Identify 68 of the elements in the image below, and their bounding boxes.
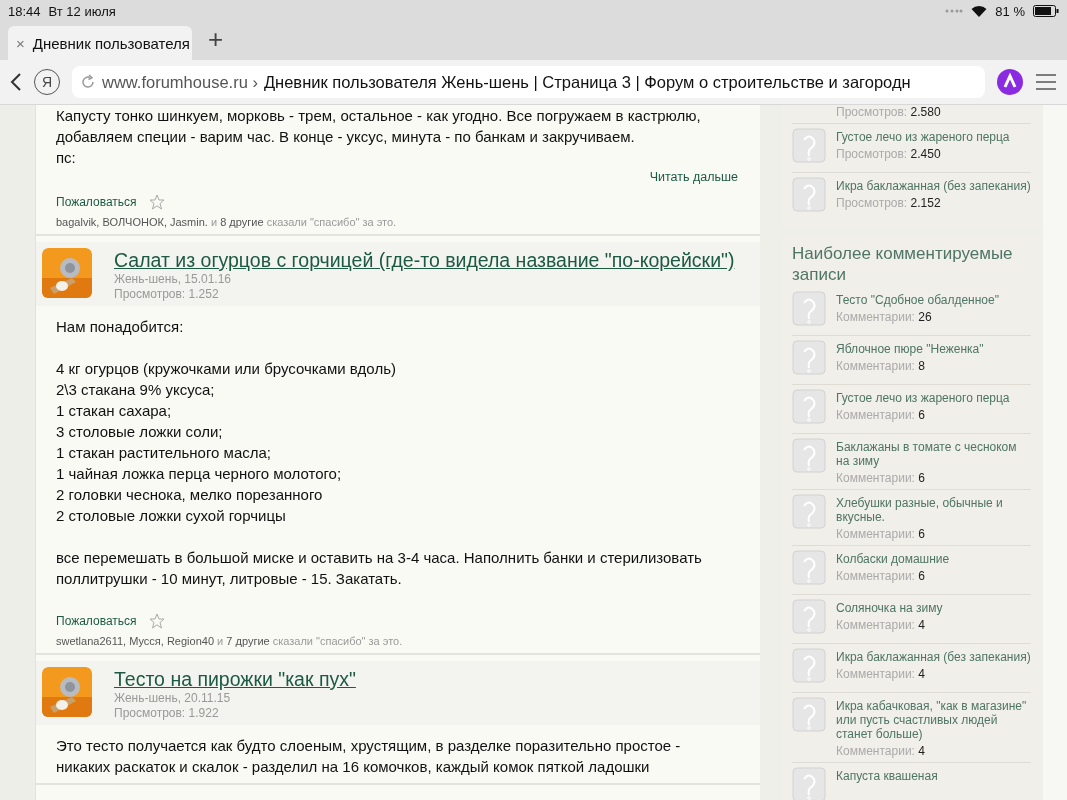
- sidebar-entry-count: Просмотров: 2.450: [836, 147, 942, 161]
- reload-icon[interactable]: [80, 74, 96, 90]
- post-paragraph: все перемешать в большой миске и оставить на 3-4 часа. Наполнить банки и стерилизовать поллитрушки - 10 минут, литровые - 15. Закатать.: [55, 548, 703, 589]
- sidebar-entry-title[interactable]: Хлебушки разные, обычные и вкусные.: [836, 496, 1031, 524]
- new-tab-button[interactable]: +: [202, 26, 230, 56]
- placeholder-question-icon: [792, 599, 826, 635]
- menu-icon[interactable]: [1035, 74, 1057, 90]
- address-bar[interactable]: www.forumhouse.ru › Дневник пользователя Жень-шень | Страница 3 | Форум о строительстве и загородн: [72, 66, 985, 98]
- placeholder-question-icon: [792, 494, 826, 530]
- post-author-date: Жень-шень, 15.01.16: [114, 272, 233, 287]
- sidebar-entry-count: Комментарии: 6: [836, 569, 926, 583]
- sidebar-entry-title[interactable]: Икра баклажанная (без запекания): [836, 179, 1031, 193]
- wifi-icon: [971, 5, 988, 17]
- post-title[interactable]: Салат из огурцов с горчицей (где-то видела название "по-корейски"): [114, 248, 735, 272]
- sidebar-entry-title[interactable]: Тесто "Сдобное обалденное": [836, 293, 999, 307]
- battery-percent: 81 %: [995, 3, 1025, 19]
- sidebar-entry-title[interactable]: Соляночка на зиму: [836, 601, 943, 615]
- post-paragraph: Нам понадобится:: [55, 317, 185, 337]
- placeholder-question-icon: [792, 438, 826, 474]
- sidebar-entry-count: Комментарии: 26: [836, 310, 933, 324]
- sidebar-entry-count: Комментарии: 6: [836, 527, 926, 541]
- status-date: Вт 12 июля: [48, 3, 116, 19]
- post-paragraph: Это тесто получается как будто слоеным, хрустящим, в разделке поразительно простое - никаких раскаток и скалок - разделил на 16 комочков, каждый комок пяткой ладошки: [55, 736, 682, 777]
- placeholder-question-icon: [792, 291, 826, 327]
- sidebar-entry-count: Комментарии: 4: [836, 667, 926, 681]
- sidebar-entry-count: Комментарии: 8: [836, 359, 926, 373]
- back-icon[interactable]: [10, 72, 22, 92]
- sidebar-entry-count: Комментарии: 6: [836, 471, 926, 485]
- star-icon[interactable]: [148, 194, 165, 210]
- sidebar-entry-count: Комментарии: 4: [836, 618, 926, 632]
- report-link[interactable]: Пожаловаться: [56, 614, 137, 628]
- post-paragraph: 4 кг огурцов (кружочками или брусочками вдоль) 2\3 стакана 9% уксуса; 1 стакан сахара; 3 столовые ложки соли; 1 стакан растительного масла; 1 чайная ложка перца черного молотого; 2 головки чеснока, мелко порезанного 2 столовые ложки сухой горчицы: [55, 359, 397, 526]
- post-title[interactable]: Тесто на пирожки "как пух": [114, 667, 356, 691]
- sidebar-entry-title[interactable]: Густое лечо из жареного перца: [836, 130, 1010, 144]
- status-time: 18:44: [8, 3, 41, 19]
- signal-dots-icon: [945, 9, 964, 13]
- sidebar-entry-title[interactable]: Густое лечо из жареного перца: [836, 391, 1010, 405]
- sidebar-heading: Наиболее комментируемые записи: [792, 243, 1014, 286]
- battery-icon: [1033, 5, 1059, 17]
- placeholder-question-icon: [792, 550, 826, 586]
- report-link[interactable]: Пожаловаться: [56, 195, 137, 209]
- post-author-date: Жень-шень, 20.11.15: [114, 691, 232, 706]
- sidebar-entry-count: Комментарии: 6: [836, 408, 926, 422]
- sidebar-entry-title[interactable]: Баклажаны в томате с чесноком на зиму: [836, 440, 1031, 468]
- thanks-line: bagalvik, ВОЛЧОНОК, Jasmin. и 8 другие сказали "спасибо" за это.: [55, 215, 398, 228]
- placeholder-question-icon: [792, 697, 826, 733]
- sidebar-entry-title[interactable]: Колбаски домашние: [836, 552, 950, 566]
- sidebar-entry-count: Просмотров: 2.580: [836, 105, 941, 119]
- sidebar-entry-title[interactable]: Яблочное пюре "Неженка": [836, 342, 984, 356]
- sidebar-entry-count: Комментарии: 4: [836, 744, 926, 758]
- assistant-icon[interactable]: [997, 69, 1023, 95]
- sidebar-entry-title[interactable]: Икра баклажанная (без запекания): [836, 650, 1031, 664]
- placeholder-question-icon: [792, 648, 826, 684]
- star-icon[interactable]: [148, 613, 165, 629]
- sidebar-entry-title[interactable]: Икра кабачковая, "как в магазине" или пусть счастливых людей станет больше): [836, 699, 1031, 741]
- placeholder-question-icon: [792, 340, 826, 376]
- sidebar-entry-count: Просмотров: 2.152: [836, 196, 942, 210]
- placeholder-question-icon: [792, 128, 826, 164]
- sidebar-entry-title[interactable]: Капуста квашеная: [836, 769, 938, 783]
- post-paragraph: Капусту тонко шинкуем, морковь - трем, остальное - как угодно. Все погружаем в кастрюлю, добавляем специи - варим час. В конце - уксус, минута - по банкам и закручиваем. пс:: [55, 106, 702, 168]
- browser-tab[interactable]: × Дневник пользователя: [8, 26, 192, 60]
- post-views: Просмотров: 1.922: [114, 706, 220, 721]
- placeholder-question-icon: [792, 177, 826, 213]
- read-more-link[interactable]: Читать дальше: [649, 170, 738, 184]
- placeholder-question-icon: [792, 389, 826, 425]
- thanks-line: swetlana2611, Мусся, Region40 и 7 другие сказали "спасибо" за это.: [55, 634, 404, 647]
- close-icon[interactable]: ×: [16, 34, 25, 52]
- post-views: Просмотров: 1.252: [114, 287, 220, 302]
